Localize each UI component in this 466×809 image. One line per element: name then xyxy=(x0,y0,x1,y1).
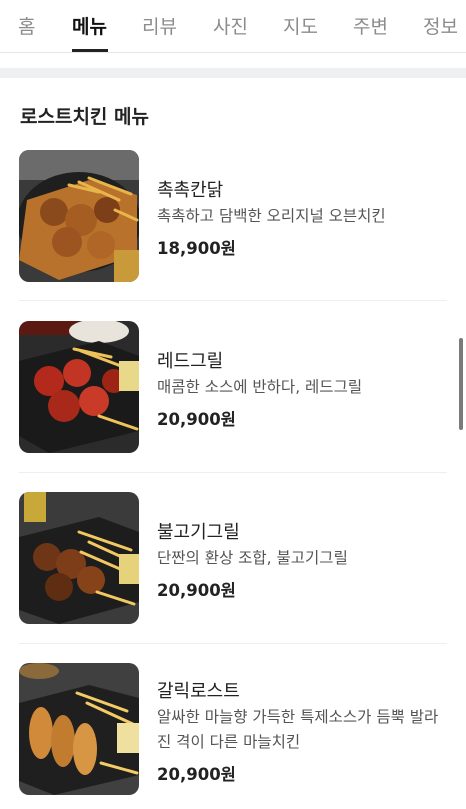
menu-item-description: 알싸한 마늘향 가득한 특제소스가 듬뿍 발라진 격이 다른 마늘치킨 xyxy=(157,708,439,751)
divider xyxy=(19,300,447,301)
bulgogi-grill-chicken-photo xyxy=(19,492,139,624)
tab-map[interactable]: 지도 xyxy=(283,12,318,39)
active-tab-indicator xyxy=(72,49,108,52)
divider xyxy=(19,472,447,473)
menu-item-price: 20,900원 xyxy=(157,581,236,600)
menu-item-name: 촉촉칸닭 xyxy=(157,180,224,201)
tab-info[interactable]: 정보 xyxy=(423,12,458,39)
menu-item-description: 촉촉하고 담백한 오리지널 오븐치킨 xyxy=(157,207,386,225)
menu-item-description: 매콤한 소스에 반하다, 레드그릴 xyxy=(157,378,363,396)
menu-item-name: 갈릭로스트 xyxy=(157,681,240,702)
tab-photos[interactable]: 사진 xyxy=(213,12,248,39)
menu-item-price: 18,900원 xyxy=(157,239,236,258)
tab-menu[interactable]: 메뉴 xyxy=(72,12,107,39)
tab-bar: 홈 메뉴 리뷰 사진 지도 주변 정보 xyxy=(0,0,466,53)
menu-item-price: 20,900원 xyxy=(157,765,236,784)
garlic-roast-chicken-photo xyxy=(19,663,139,795)
divider xyxy=(19,643,447,644)
section-title: 로스트치킨 메뉴 xyxy=(20,106,149,128)
red-grill-chicken-photo xyxy=(19,321,139,453)
menu-item-name: 레드그릴 xyxy=(157,351,224,372)
roast-chicken-photo xyxy=(19,150,139,282)
tab-nearby[interactable]: 주변 xyxy=(353,12,388,39)
menu-item-name: 불고기그릴 xyxy=(157,522,240,543)
menu-item-description: 단짠의 환상 조합, 불고기그릴 xyxy=(157,549,348,567)
menu-item-price: 20,900원 xyxy=(157,410,236,429)
tab-home[interactable]: 홈 xyxy=(18,12,35,39)
section-separator xyxy=(0,68,466,78)
tab-reviews[interactable]: 리뷰 xyxy=(142,12,177,39)
scrollbar-thumb[interactable] xyxy=(459,338,463,430)
